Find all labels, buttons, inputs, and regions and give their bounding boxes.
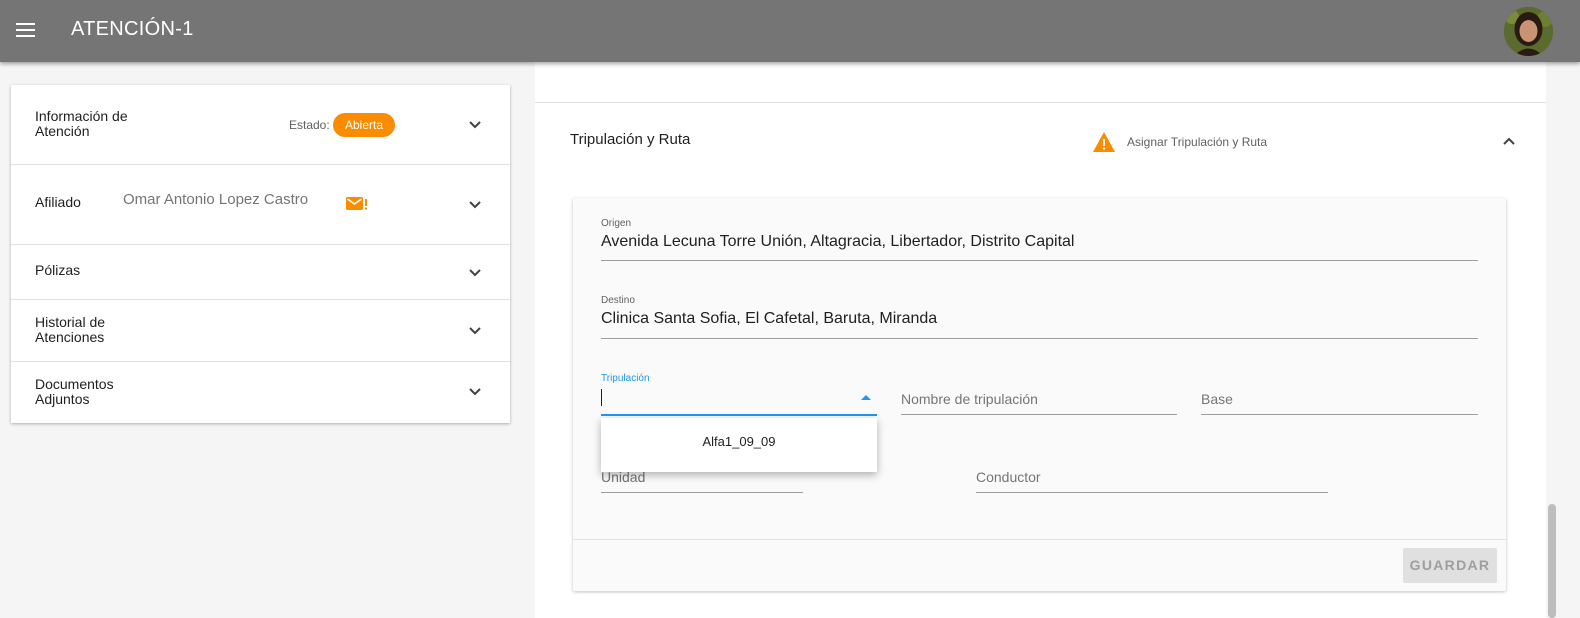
card-divider [573,539,1506,540]
nombre-tripulacion-underline [901,414,1177,415]
status-badge: Abierta [333,113,396,137]
accordion-afiliado[interactable]: Afiliado Omar Antonio Lopez Castro [11,165,510,245]
unidad-underline [601,492,803,493]
accordion-title: Documentos Adjuntos [35,376,114,407]
chevron-down-icon[interactable] [467,265,483,281]
origen-underline [601,260,1478,261]
section-title[interactable]: Tripulación y Ruta [570,131,690,148]
save-button[interactable]: GUARDAR [1403,548,1497,583]
accordion-historial[interactable]: Historial de Atenciones [11,300,510,362]
right-panel: Tripulación y Ruta Asignar Tripulación y… [535,62,1546,618]
destino-field[interactable]: Clinica Santa Sofia, El Cafetal, Baruta,… [601,310,937,328]
chevron-up-icon[interactable] [1501,133,1517,149]
afiliado-name: Omar Antonio Lopez Castro [123,191,309,208]
accordion-title: Historial de Atenciones [35,314,106,345]
tripulacion-underline [601,414,877,416]
warning-icon [1093,132,1115,152]
origen-label: Origen [601,218,632,229]
nombre-tripulacion-field[interactable]: Nombre de tripulación [901,391,1038,407]
left-panel: Información de Atención Estado: Abierta … [11,85,510,423]
base-field[interactable]: Base [1201,391,1233,407]
destino-underline [601,338,1478,339]
chevron-down-icon[interactable] [467,197,483,213]
warning-text: Asignar Tripulación y Ruta [1127,135,1268,149]
dropdown-arrow-icon[interactable] [861,395,871,401]
user-avatar[interactable] [1504,7,1553,56]
menu-icon[interactable] [16,20,38,38]
text-cursor [601,389,602,406]
mail-alert-icon[interactable] [346,195,368,213]
accordion-info-atencion[interactable]: Información de Atención Estado: Abierta [11,85,510,165]
tripulacion-label: Tripulación [601,373,650,384]
accordion-title: Información de Atención [35,108,128,139]
scrollbar[interactable] [1546,62,1558,618]
app-bar: ATENCIÓN-1 [0,0,1580,62]
crew-route-card: Origen Avenida Lecuna Torre Unión, Altag… [573,198,1506,591]
accordion-documentos[interactable]: Documentos Adjuntos [11,362,510,423]
scrollbar-thumb[interactable] [1548,504,1556,618]
destino-label: Destino [601,295,635,306]
tripulacion-dropdown-menu: Alfa1_09_09 [601,418,877,472]
dropdown-option[interactable]: Alfa1_09_09 [601,434,877,449]
base-underline [1201,414,1478,415]
chevron-down-icon[interactable] [467,323,483,339]
app-title: ATENCIÓN-1 [71,18,194,40]
origen-field[interactable]: Avenida Lecuna Torre Unión, Altagracia, … [601,233,1074,251]
chevron-down-icon[interactable] [467,117,483,133]
estado-label: Estado: [289,118,330,132]
previous-section [535,62,1546,103]
accordion-polizas[interactable]: Pólizas [11,245,510,300]
accordion-title: Pólizas [35,262,81,278]
chevron-down-icon[interactable] [467,384,483,400]
conductor-underline [976,492,1328,493]
conductor-field[interactable]: Conductor [976,469,1041,485]
